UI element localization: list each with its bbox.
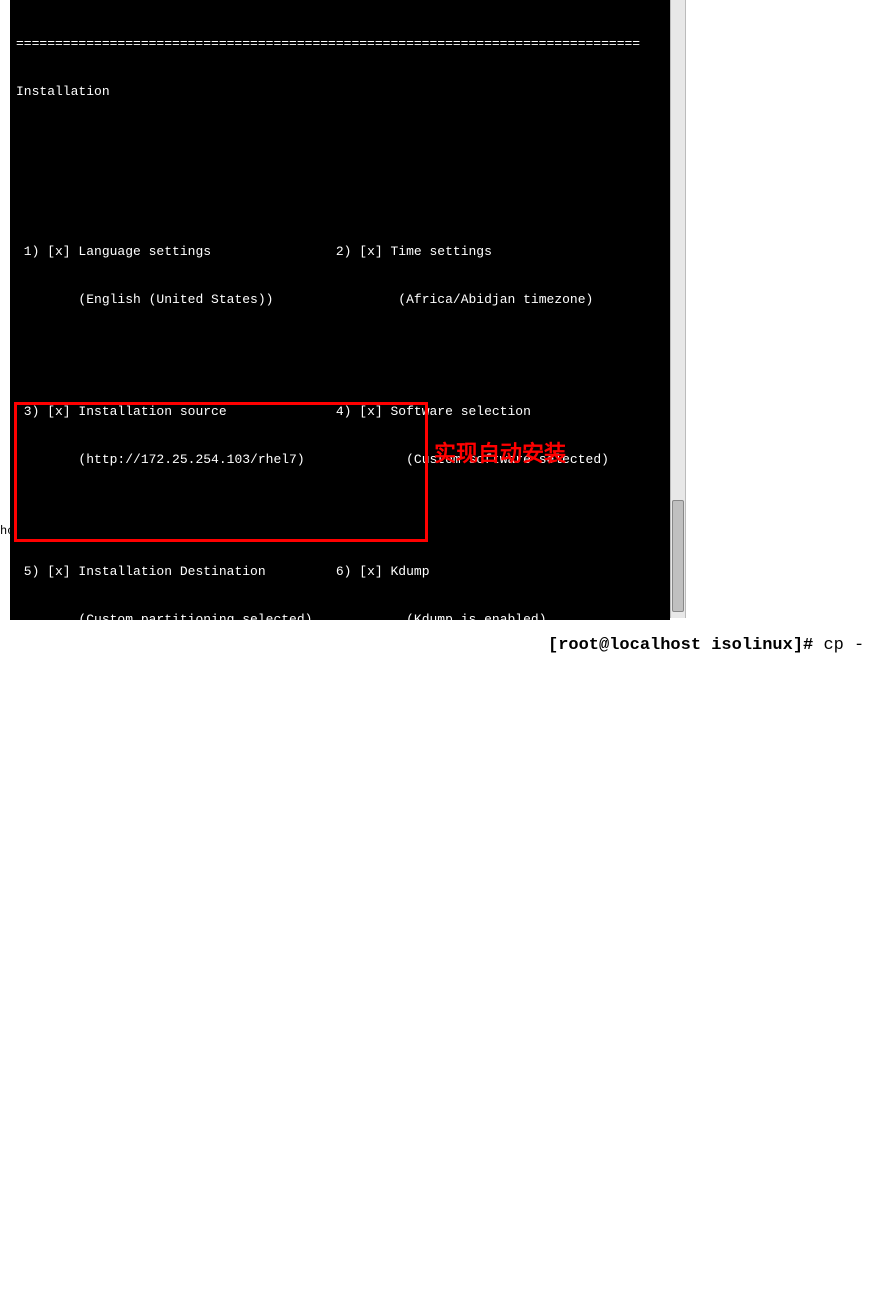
- host-terminal-prompt[interactable]: [root@localhost isolinux]# cp -: [548, 636, 864, 655]
- annotation-text: 实现自动安装: [434, 436, 566, 468]
- terminal-window[interactable]: ========================================…: [10, 0, 670, 620]
- prompt-prefix: [root@localhost isolinux]#: [548, 636, 823, 655]
- scrollbar-thumb[interactable]: [672, 500, 684, 612]
- cropped-text-ho: ho: [0, 524, 14, 538]
- separator-mid: ========================================…: [16, 916, 664, 932]
- blank: [16, 132, 664, 148]
- section-title: Installation: [16, 84, 664, 100]
- progress-log: Setting up the installation environment …: [16, 1076, 664, 1314]
- spoke-row-4: 7) [x] Network configuration 8) [ ] User…: [16, 692, 664, 820]
- progress-title: Progress: [16, 1012, 664, 1028]
- spoke-row-1: 1) [x] Language settings 2) [x] Time set…: [16, 212, 664, 340]
- blank: [16, 868, 664, 884]
- spoke-row-2: 3) [x] Installation source 4) [x] Softwa…: [16, 372, 664, 500]
- prompt-command: cp -: [823, 636, 864, 655]
- separator-top: ========================================…: [16, 36, 664, 52]
- terminal-scrollbar[interactable]: [670, 0, 686, 618]
- separator-mid2: ========================================…: [16, 964, 664, 980]
